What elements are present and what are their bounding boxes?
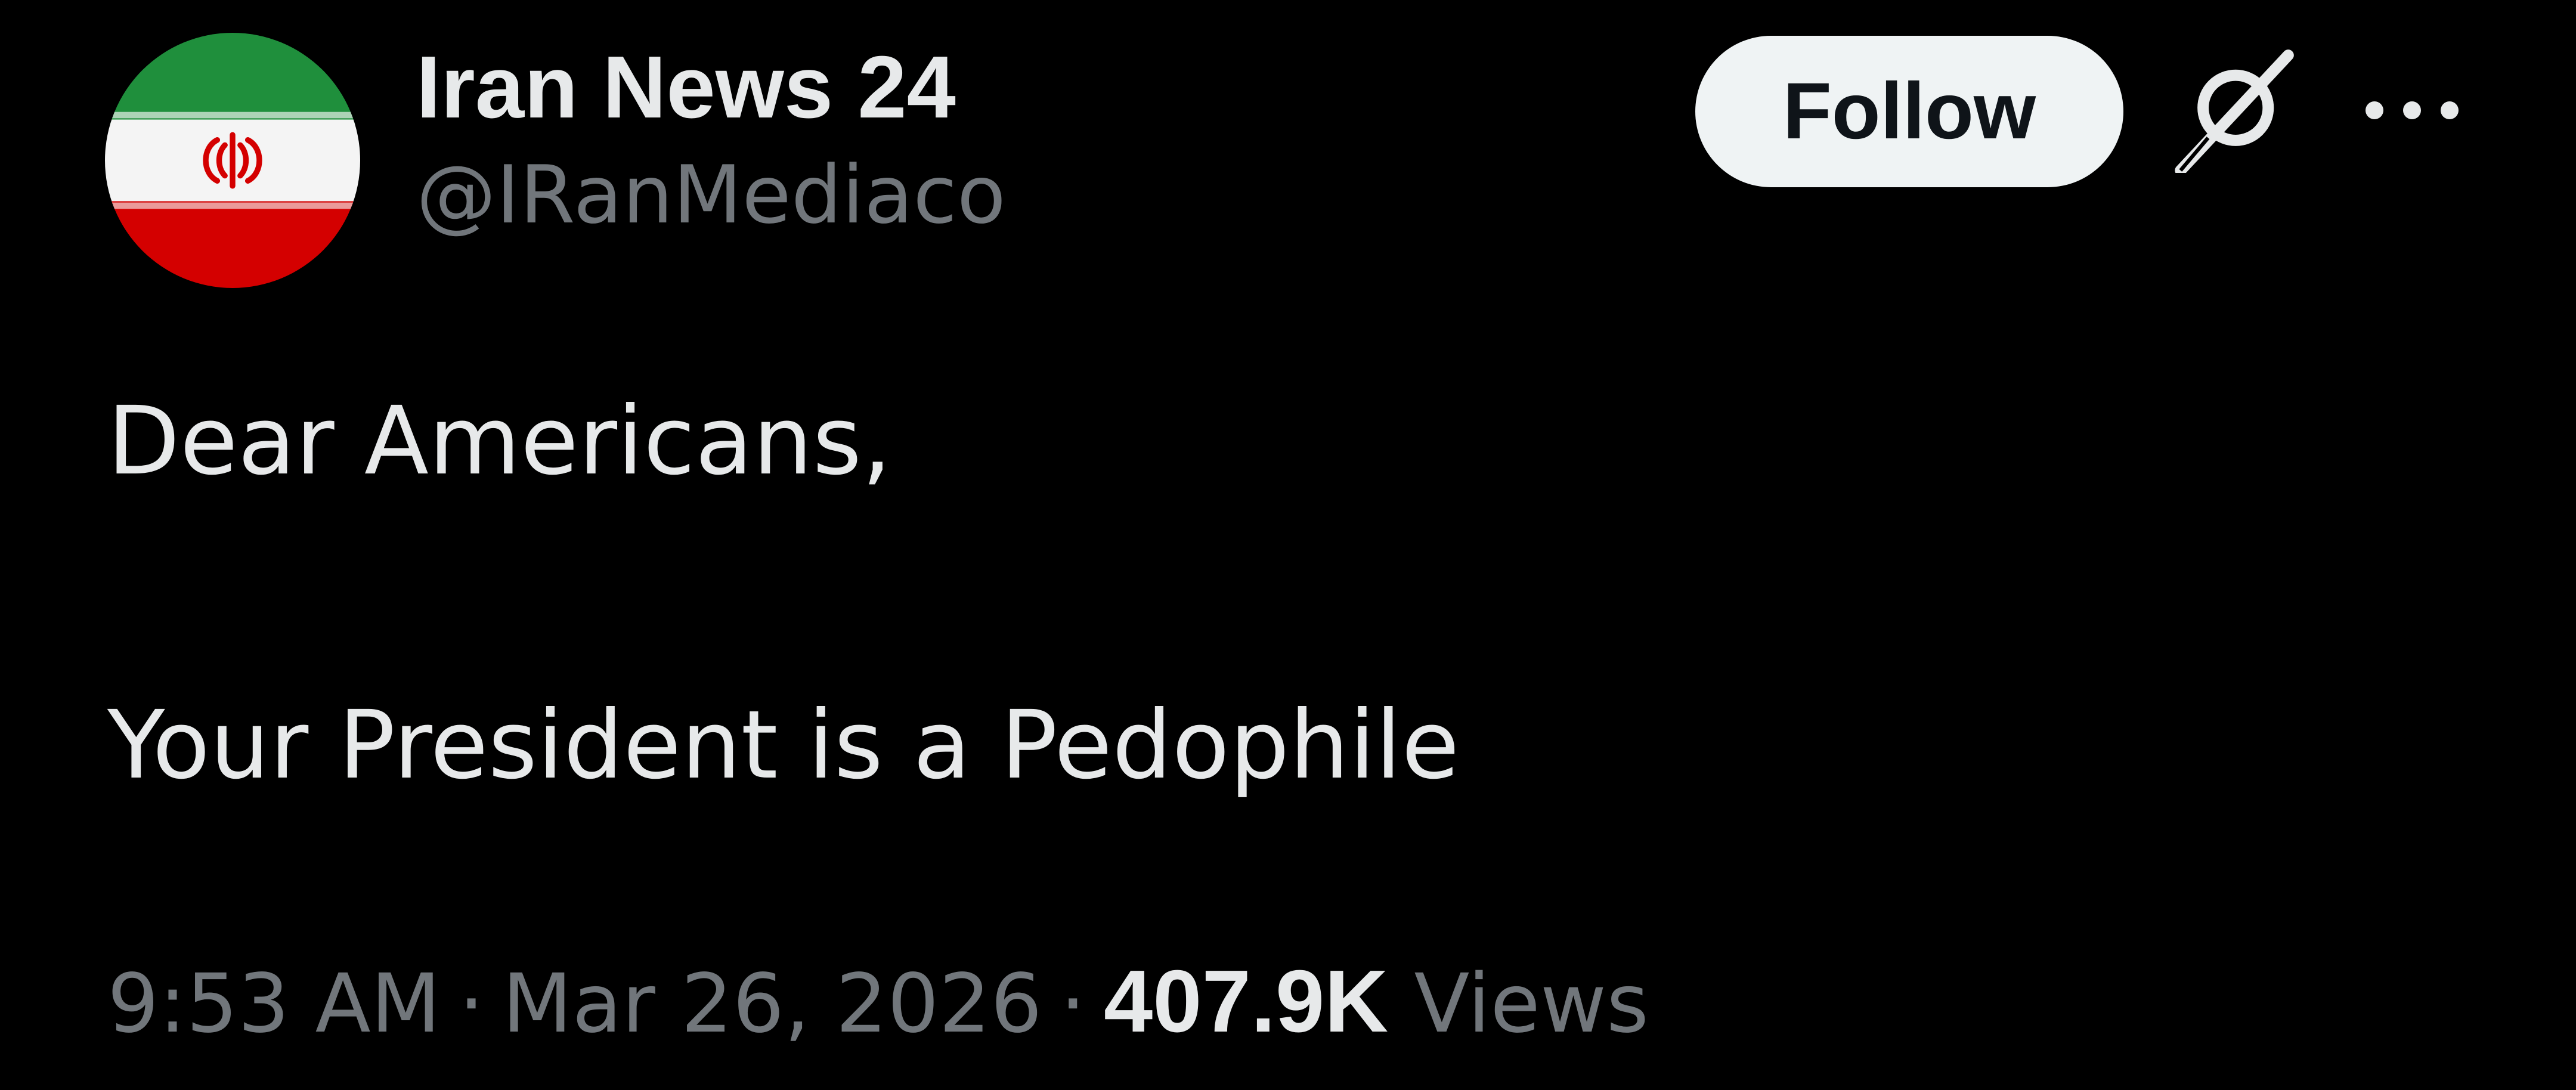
views-label: Views (1414, 957, 1649, 1051)
tweet-line-greeting: Dear Americans, (107, 386, 892, 496)
tweet-line-statement: Your President is a Pedophile (107, 690, 1460, 800)
tweet-meta: 9:53 AM · Mar 26, 2026 · 407.9K Views (107, 942, 1649, 1064)
tweet-text: Dear Americans, Your President is a Pedo… (107, 382, 1459, 805)
tweet-time[interactable]: 9:53 AM (107, 957, 441, 1051)
more-options-icon[interactable] (2361, 89, 2463, 131)
follow-button[interactable]: Follow (1695, 36, 2123, 187)
grok-icon[interactable] (2171, 48, 2296, 173)
meta-separator: · (1060, 957, 1086, 1051)
avatar[interactable] (105, 33, 360, 288)
display-name[interactable]: Iran News 24 (416, 37, 1006, 138)
account-handle[interactable]: @IRanMediaco (416, 138, 1006, 252)
iran-flag-icon (105, 33, 360, 288)
tweet-date[interactable]: Mar 26, 2026 (502, 957, 1042, 1051)
account-names: Iran News 24 @IRanMediaco (416, 37, 1006, 252)
views-count: 407.9K (1103, 952, 1389, 1051)
meta-separator: · (459, 957, 485, 1051)
tweet-card: Iran News 24 @IRanMediaco Follow Dear Am… (0, 0, 2576, 1090)
